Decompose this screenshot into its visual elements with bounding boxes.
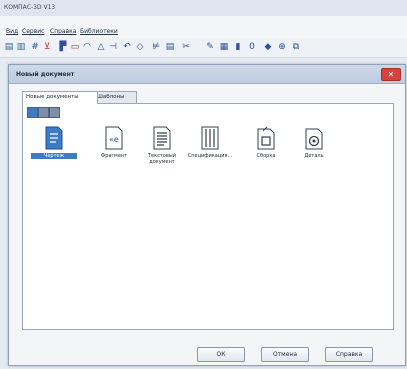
- ok-button[interactable]: ОК: [197, 347, 245, 362]
- arc-icon[interactable]: ◠: [82, 42, 92, 52]
- cancel-button[interactable]: Отмена: [261, 347, 309, 362]
- bars-icon[interactable]: ▮: [233, 42, 243, 52]
- open-file-icon[interactable]: ▥: [16, 42, 26, 52]
- tab-templates[interactable]: Шаблоны: [93, 91, 137, 103]
- new-document-dialog: Новый документ ✕ Новые документы Шаблоны…: [8, 64, 406, 366]
- specification-icon: [201, 126, 219, 150]
- redo-icon[interactable]: ◇: [135, 42, 145, 52]
- grid-icon[interactable]: #: [30, 42, 40, 52]
- svg-text:«e: «e: [109, 135, 119, 144]
- part-icon: [305, 128, 323, 150]
- align-icon[interactable]: ⊣: [108, 42, 118, 52]
- pencil-icon[interactable]: ✎: [205, 42, 215, 52]
- text-document-icon: [153, 126, 171, 150]
- new-file-icon[interactable]: ▤: [4, 42, 14, 52]
- list-view-button[interactable]: [49, 107, 60, 118]
- app-title-bar: КОМПАС-3D V13: [0, 0, 407, 16]
- table-icon[interactable]: ▤: [165, 42, 175, 52]
- main-toolbar: ▤ ▥ # ⊻ ▛ ▭ ◠ △ ⊣ ↶ ◇ ⊭ ▤ ✂ ✎ ▦ ▮ 0 ◆ ⊕ …: [0, 39, 407, 58]
- doc-type-assembly[interactable]: Сборка: [243, 126, 289, 172]
- menu-bar: Вид Сервис Справка Библиотеки: [0, 16, 407, 38]
- doc-type-label: Деталь: [304, 153, 324, 159]
- app-title: КОМПАС-3D V13: [4, 4, 56, 11]
- rotate-icon[interactable]: ◆: [263, 42, 273, 52]
- doc-type-fragment[interactable]: «e Фрагмент: [91, 126, 137, 172]
- menu-help[interactable]: Справка: [50, 28, 76, 35]
- chart-icon[interactable]: ▦: [219, 42, 229, 52]
- dimension-icon[interactable]: △: [96, 42, 106, 52]
- zoom-icon[interactable]: ⊕: [277, 42, 287, 52]
- point-icon[interactable]: ▛: [58, 42, 68, 52]
- dialog-title-bar: Новый документ ✕: [9, 65, 405, 84]
- copy-icon[interactable]: ⧉: [291, 42, 301, 52]
- fragment-icon: «e: [105, 126, 123, 150]
- menu-view[interactable]: Вид: [6, 28, 18, 35]
- cut-icon[interactable]: ✂: [181, 42, 191, 52]
- documents-panel: Чертеж «e Фрагмент Текстовый документ Сп…: [22, 103, 394, 330]
- doc-type-specification[interactable]: Спецификация...: [187, 126, 233, 172]
- doc-type-label: Спецификация...: [187, 153, 233, 159]
- dialog-title: Новый документ: [16, 71, 75, 78]
- assembly-icon: [257, 126, 275, 150]
- tab-new-documents[interactable]: Новые документы: [22, 91, 98, 104]
- doc-type-text-document[interactable]: Текстовый документ: [139, 126, 185, 172]
- menu-service[interactable]: Сервис: [22, 28, 44, 35]
- rectangle-icon[interactable]: ▭: [70, 42, 80, 52]
- close-icon[interactable]: ✕: [381, 68, 401, 81]
- doc-type-drawing[interactable]: Чертеж: [31, 126, 77, 172]
- doc-type-label: Текстовый документ: [147, 153, 176, 165]
- doc-type-label: Сборка: [256, 153, 276, 159]
- undo-icon[interactable]: ↶: [122, 42, 132, 52]
- doc-type-label: Чертеж: [31, 153, 77, 159]
- snap-icon[interactable]: ⊻: [42, 42, 52, 52]
- help-button[interactable]: Справка: [325, 347, 373, 362]
- small-icons-view-button[interactable]: [38, 107, 49, 118]
- drawing-icon: [45, 126, 63, 150]
- doc-type-label: Фрагмент: [100, 153, 128, 159]
- menu-libraries[interactable]: Библиотеки: [80, 28, 118, 35]
- measure-icon[interactable]: ⊭: [151, 42, 161, 52]
- doc-type-part[interactable]: Деталь: [291, 126, 337, 172]
- large-icons-view-button[interactable]: [27, 107, 38, 118]
- zero-icon[interactable]: 0: [247, 42, 257, 52]
